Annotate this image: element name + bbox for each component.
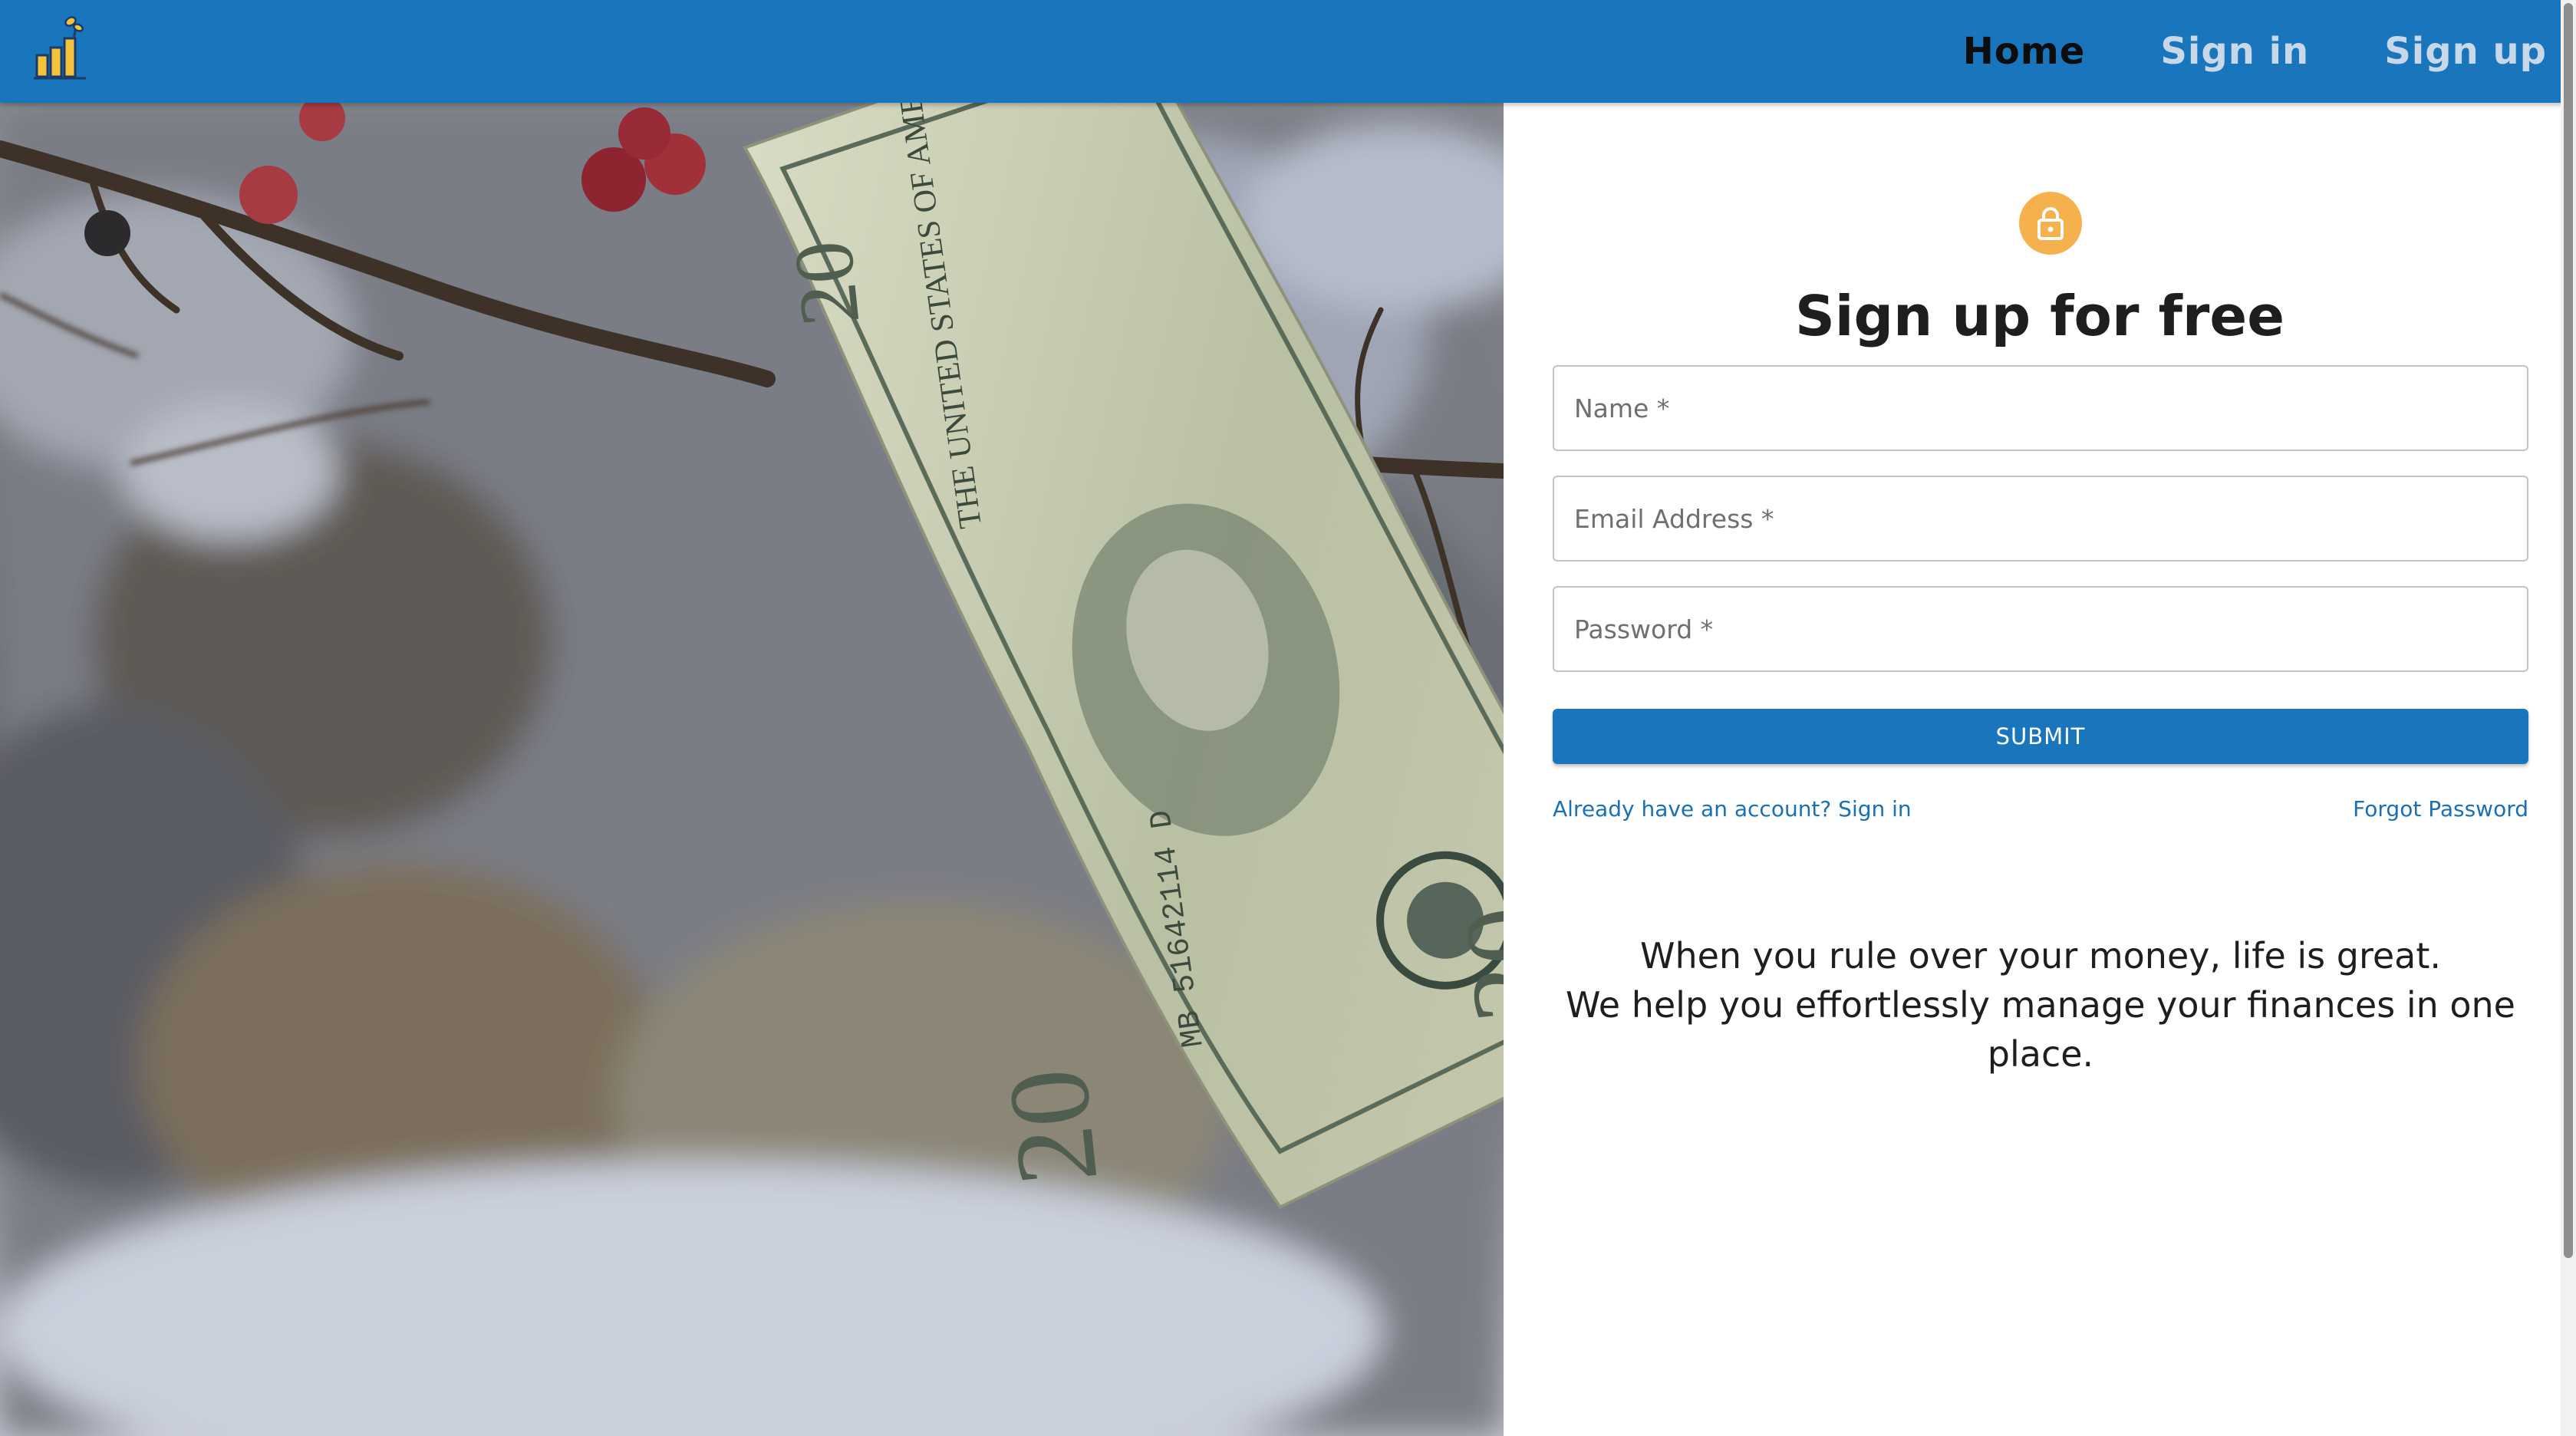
scrollbar-thumb[interactable]	[2564, 3, 2573, 1258]
name-input[interactable]	[1554, 367, 2527, 450]
svg-text:20: 20	[776, 236, 878, 330]
forgot-password-link[interactable]: Forgot Password	[2353, 796, 2528, 822]
tagline: When you rule over your money, life is g…	[1553, 931, 2528, 1079]
signin-link[interactable]: Already have an account? Sign in	[1553, 796, 1912, 822]
lock-icon	[2037, 207, 2064, 240]
name-field[interactable]	[1553, 365, 2528, 451]
nav-signup-link[interactable]: Sign up	[2384, 30, 2547, 73]
page-title: Sign up for free	[1794, 284, 2285, 348]
app-bar: Home Sign in Sign up	[0, 0, 2576, 103]
email-input[interactable]	[1554, 477, 2527, 560]
tagline-line-1: When you rule over your money, life is g…	[1639, 935, 2442, 977]
lock-avatar	[2019, 192, 2082, 255]
tagline-line-2: We help you effortlessly manage your fin…	[1566, 984, 2515, 1075]
nav-signin-link[interactable]: Sign in	[2160, 30, 2309, 73]
email-field[interactable]	[1553, 476, 2528, 562]
logo-icon[interactable]	[31, 14, 92, 84]
password-input[interactable]	[1554, 588, 2527, 670]
svg-text:20: 20	[1439, 900, 1504, 1028]
main-nav: Home Sign in Sign up	[1963, 0, 2576, 103]
hero-image: 20 20 20 THE UNITED STATES OF AMERICA MB…	[0, 103, 1504, 1436]
submit-button[interactable]: SUBMIT	[1553, 709, 2528, 764]
password-field[interactable]	[1553, 586, 2528, 672]
hanging-dollar-bill-photo: 20 20 20 THE UNITED STATES OF AMERICA MB…	[0, 103, 1504, 1436]
svg-text:20: 20	[983, 1063, 1122, 1191]
nav-home-link[interactable]: Home	[1963, 30, 2086, 73]
page-scrollbar[interactable]	[2561, 0, 2576, 1436]
signup-panel: Sign up for free SUBMIT Already have an …	[1504, 103, 2576, 1436]
